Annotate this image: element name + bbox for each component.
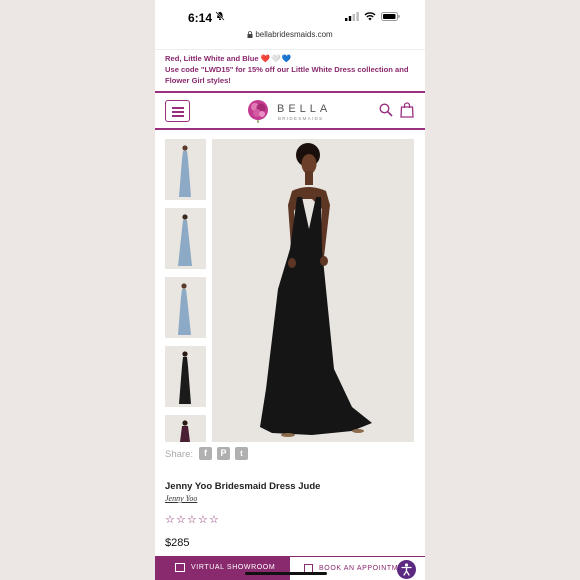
wifi-icon xyxy=(364,12,376,21)
status-bar: 6:14 xyxy=(155,0,425,30)
hamburger-menu-button[interactable] xyxy=(165,100,190,122)
dress-thumbnail-image xyxy=(179,145,191,197)
dress-thumbnail-image xyxy=(180,420,190,442)
gallery-thumbnail[interactable] xyxy=(165,346,206,407)
search-icon[interactable] xyxy=(379,103,393,117)
product-title: Jenny Yoo Bridesmaid Dress Jude xyxy=(165,481,321,492)
share-label: Share: xyxy=(165,449,193,460)
shopping-bag-icon[interactable] xyxy=(400,102,414,118)
promo-text: Use code "LWD15" for 15% off our Little … xyxy=(165,65,409,85)
facebook-icon[interactable]: f xyxy=(199,447,212,460)
site-header: BELLA BRIDESMAIDS xyxy=(155,91,425,130)
virtual-showroom-label: VIRTUAL SHOWROOM xyxy=(191,564,276,571)
rating-star-icon[interactable]: ☆ xyxy=(209,513,219,526)
showroom-icon xyxy=(175,563,185,572)
bella-bridesmaids-logo[interactable]: BELLA BRIDESMAIDS xyxy=(247,99,342,125)
dress-thumbnail-image xyxy=(178,283,191,335)
rating-star-icon[interactable]: ☆ xyxy=(187,513,197,526)
promo-banner[interactable]: Red, Little White and Blue ❤️🤍💙 Use code… xyxy=(155,49,425,91)
hearts-emoji: ❤️🤍💙 xyxy=(260,54,293,63)
gallery-thumbnail[interactable] xyxy=(165,139,206,200)
home-indicator[interactable] xyxy=(245,572,327,575)
phone-screen: 6:14 bellabridesmaids.com Red, Little Wh… xyxy=(155,0,425,580)
gallery-thumbnail[interactable] xyxy=(165,208,206,269)
twitter-icon[interactable]: t xyxy=(235,447,248,460)
virtual-showroom-button[interactable]: VIRTUAL SHOWROOM xyxy=(155,556,290,580)
lock-icon xyxy=(247,31,253,38)
dress-thumbnail-image xyxy=(178,214,192,266)
gallery-thumbnail[interactable] xyxy=(165,277,206,338)
status-time: 6:14 xyxy=(188,11,213,25)
bell-muted-icon xyxy=(215,11,225,21)
main-product-image[interactable] xyxy=(212,139,414,442)
logo-wordmark: BELLA xyxy=(277,103,332,115)
accessibility-icon[interactable] xyxy=(397,560,416,579)
gallery-thumbnail[interactable] xyxy=(165,415,206,442)
url-text: bellabridesmaids.com xyxy=(255,30,333,39)
pinterest-icon[interactable]: P xyxy=(217,447,230,460)
dress-model-image xyxy=(260,143,372,437)
rose-logo-icon xyxy=(248,100,268,123)
address-bar[interactable]: bellabridesmaids.com xyxy=(155,30,425,46)
rating-star-icon[interactable]: ☆ xyxy=(165,513,175,526)
logo-subtitle: BRIDESMAIDS xyxy=(278,116,324,121)
brand-link[interactable]: Jenny Yoo xyxy=(165,494,197,503)
dress-thumbnail-image xyxy=(179,351,191,404)
cellular-signal-icon xyxy=(345,12,359,21)
promo-headline: Red, Little White and Blue xyxy=(165,54,259,63)
rating-star-icon[interactable]: ☆ xyxy=(198,513,208,526)
rating-star-icon[interactable]: ☆ xyxy=(176,513,186,526)
product-price: $285 xyxy=(165,537,190,549)
accessibility-figure-icon xyxy=(401,563,412,576)
battery-icon xyxy=(381,12,400,21)
